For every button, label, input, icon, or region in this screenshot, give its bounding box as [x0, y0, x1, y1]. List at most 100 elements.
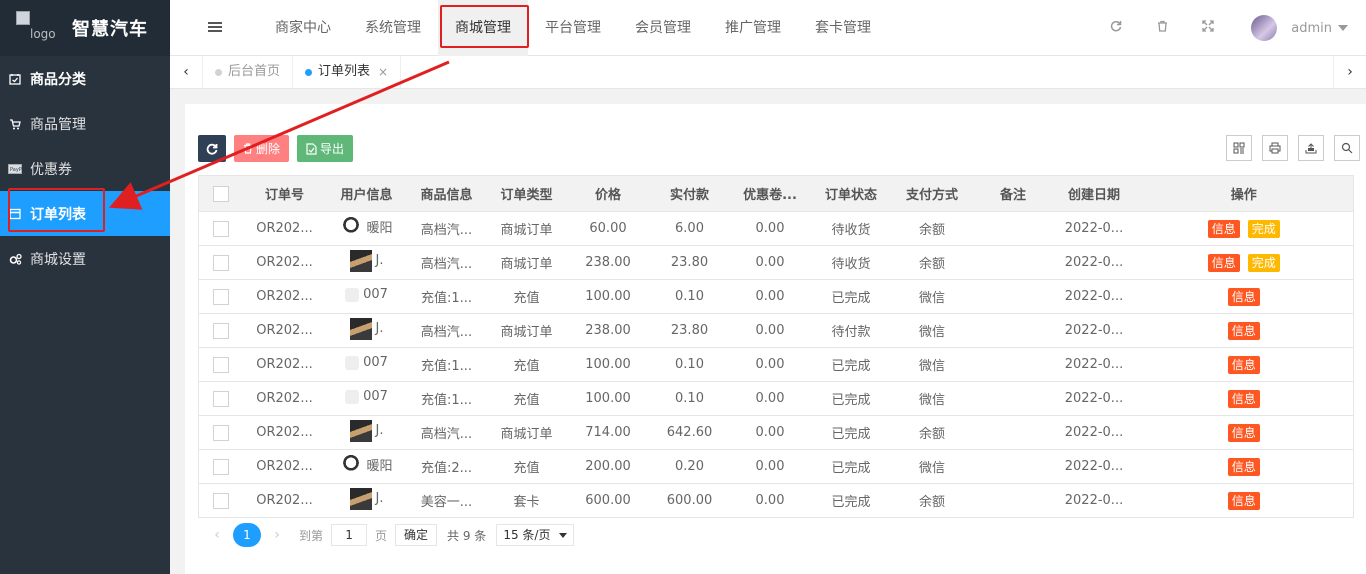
info-button[interactable]: 信息	[1227, 457, 1260, 476]
delete-button[interactable]: 删除	[234, 135, 289, 162]
product-cell: 高档汽...	[406, 415, 487, 450]
table-row[interactable]: OR202... 007 充值:1... 充值 100.00 0.10 0.00 已完成 微信 2…	[198, 279, 1354, 314]
page-size-select[interactable]: 15 条/页	[496, 524, 575, 546]
column-header[interactable]: 用户信息	[326, 175, 407, 212]
type-cell: 充值	[486, 347, 567, 382]
tab-order-list[interactable]: 订单列表 ×	[293, 56, 402, 88]
sidebar-item-label: 订单列表	[30, 206, 86, 223]
row-checkbox[interactable]	[212, 220, 229, 237]
column-header[interactable]: 操作	[1134, 175, 1354, 212]
paid-cell: 0.20	[649, 449, 730, 484]
info-button[interactable]: 信息	[1227, 389, 1260, 408]
nav-system[interactable]: 系统管理	[348, 0, 438, 56]
row-checkbox[interactable]	[212, 390, 229, 407]
column-header[interactable]: 备注	[972, 175, 1054, 212]
close-icon[interactable]: ×	[378, 56, 388, 88]
column-header[interactable]: 创建日期	[1053, 175, 1135, 212]
export-button[interactable]: 导出	[297, 135, 353, 162]
tab-bar: ‹ 后台首页 订单列表 × ›	[170, 56, 1366, 89]
price-cell: 100.00	[566, 279, 650, 314]
sidebar-item-orders[interactable]: 订单列表	[0, 191, 170, 236]
note-cell	[972, 245, 1054, 280]
sidebar-item-products[interactable]: 商品管理	[0, 101, 170, 146]
column-header[interactable]: 支付方式	[891, 175, 973, 212]
table-row[interactable]: OR202... 007 充值:1... 充值 100.00 0.10 0.00 已完成 微信 2…	[198, 381, 1354, 416]
actions-cell: 信息	[1134, 483, 1354, 518]
column-header[interactable]: 订单号	[242, 175, 327, 212]
user-name[interactable]: admin	[1291, 21, 1332, 36]
column-header[interactable]: 优惠卷...	[729, 175, 811, 212]
nav-card-package[interactable]: 套卡管理	[798, 0, 888, 56]
chevron-down-icon[interactable]	[1338, 25, 1348, 31]
table-row[interactable]: OR202... 007 充值:1... 充值 100.00 0.10 0.00 已完成 微信 2…	[198, 347, 1354, 382]
table-row[interactable]: OR202... 暖阳 高档汽... 商城订单 60.00 6.00 0.00 待收货 余额 20…	[198, 211, 1354, 246]
tab-scroll-right-icon[interactable]: ›	[1333, 56, 1366, 88]
tab-home[interactable]: 后台首页	[203, 56, 294, 88]
row-checkbox[interactable]	[212, 254, 229, 271]
table-row[interactable]: OR202... J. 高档汽... 商城订单 238.00 23.80 0.00 待收货 余额…	[198, 245, 1354, 280]
paid-cell: 0.10	[649, 347, 730, 382]
complete-button[interactable]: 完成	[1247, 219, 1280, 238]
nav-mall[interactable]: 商城管理	[438, 0, 528, 56]
print-button[interactable]	[1262, 135, 1288, 161]
user-name-text: 007	[363, 389, 388, 405]
fullscreen-icon[interactable]	[1185, 20, 1231, 36]
info-button[interactable]: 信息	[1227, 287, 1260, 306]
note-cell	[972, 483, 1054, 518]
nav-promotion[interactable]: 推广管理	[708, 0, 798, 56]
column-header[interactable]: 订单状态	[810, 175, 892, 212]
menu-toggle-icon[interactable]	[208, 22, 222, 34]
sidebar-item-coupons[interactable]: PayPal 优惠券	[0, 146, 170, 191]
column-header[interactable]: 价格	[566, 175, 650, 212]
nav-merchant-center[interactable]: 商家中心	[258, 0, 348, 56]
svg-text:PayPal: PayPal	[10, 167, 22, 173]
refresh-icon[interactable]	[1093, 20, 1139, 36]
actions-cell: 信息	[1134, 415, 1354, 450]
order-cell: OR202...	[242, 347, 327, 382]
goto-confirm-button[interactable]: 确定	[395, 524, 438, 546]
date-cell: 2022-0...	[1053, 347, 1135, 382]
order-cell: OR202...	[242, 313, 327, 348]
table-row[interactable]: OR202... J. 高档汽... 商城订单 238.00 23.80 0.00 待付款 微信…	[198, 313, 1354, 348]
info-button[interactable]: 信息	[1227, 355, 1260, 374]
column-filter-button[interactable]	[1226, 135, 1252, 161]
row-checkbox[interactable]	[212, 424, 229, 441]
column-header[interactable]: 实付款	[649, 175, 730, 212]
export-table-button[interactable]	[1298, 135, 1324, 161]
row-checkbox[interactable]	[212, 356, 229, 373]
user-avatar[interactable]	[1251, 15, 1278, 41]
tab-scroll-left-icon[interactable]: ‹	[170, 56, 203, 88]
grid-icon	[1233, 142, 1245, 154]
row-checkbox[interactable]	[212, 492, 229, 509]
prev-page-icon[interactable]: ‹	[207, 527, 227, 543]
trash-icon[interactable]	[1139, 20, 1185, 36]
refresh-button[interactable]	[198, 135, 226, 162]
row-checkbox[interactable]	[212, 288, 229, 305]
column-header[interactable]: 商品信息	[406, 175, 487, 212]
info-button[interactable]: 信息	[1227, 321, 1260, 340]
type-cell: 商城订单	[486, 211, 567, 246]
user-avatar-thumb	[340, 453, 363, 476]
nav-members[interactable]: 会员管理	[618, 0, 708, 56]
nav-platform[interactable]: 平台管理	[528, 0, 618, 56]
column-header[interactable]: 订单类型	[486, 175, 567, 212]
row-checkbox[interactable]	[212, 458, 229, 475]
table-row[interactable]: OR202... J. 高档汽... 商城订单 714.00 642.60 0.00 已完成余…	[198, 415, 1354, 450]
current-page[interactable]: 1	[233, 523, 261, 547]
delete-label: 删除	[255, 142, 280, 156]
select-all-checkbox[interactable]	[212, 185, 229, 202]
info-button[interactable]: 信息	[1227, 491, 1260, 510]
info-button[interactable]: 信息	[1227, 423, 1260, 442]
info-button[interactable]: 信息	[1207, 253, 1240, 272]
info-button[interactable]: 信息	[1207, 219, 1240, 238]
table-row[interactable]: OR202... 暖阳 充值:2... 充值 200.00 0.20 0.00 已完成 微信 20…	[198, 449, 1354, 484]
complete-button[interactable]: 完成	[1247, 253, 1280, 272]
table-row[interactable]: OR202... J. 美容一... 套卡 600.00 600.00 0.00 已完成 余额 2…	[198, 483, 1354, 518]
search-button[interactable]	[1334, 135, 1360, 161]
price-cell: 60.00	[566, 211, 650, 246]
next-page-icon[interactable]: ›	[267, 527, 287, 543]
sidebar-item-settings[interactable]: 商城设置	[0, 236, 170, 281]
row-checkbox[interactable]	[212, 322, 229, 339]
goto-page-input[interactable]: 1	[331, 524, 368, 546]
sidebar-item-category[interactable]: 商品分类	[0, 56, 170, 101]
